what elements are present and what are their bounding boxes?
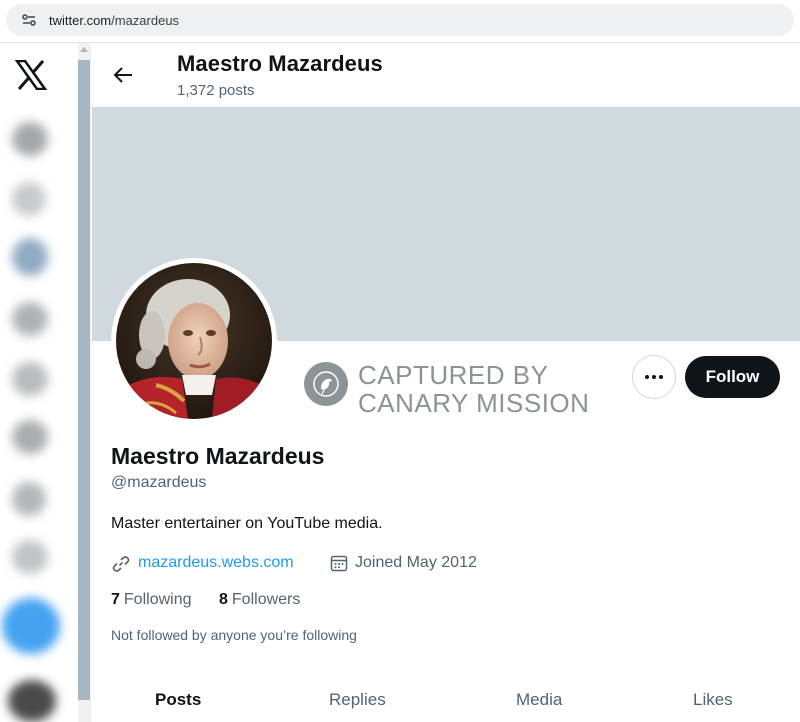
- scroll-up-arrow-icon[interactable]: [80, 47, 88, 52]
- tab-likes[interactable]: Likes: [693, 690, 733, 710]
- followers-count: 8: [219, 591, 228, 608]
- home-icon[interactable]: [12, 122, 48, 156]
- x-logo-icon[interactable]: [14, 59, 48, 95]
- profile-website-link[interactable]: mazardeus.webs.com: [138, 554, 294, 572]
- tab-replies[interactable]: Replies: [329, 690, 386, 710]
- messages-icon[interactable]: [12, 302, 48, 336]
- header-name: Maestro Mazardeus: [177, 51, 383, 76]
- account-avatar[interactable]: [8, 680, 56, 722]
- url-path: /mazardeus: [111, 12, 180, 28]
- not-followed-notice: Not followed by anyone you’re following: [111, 627, 357, 643]
- calendar-icon: [330, 554, 348, 577]
- profile-bio: Master entertainer on YouTube media.: [111, 515, 383, 532]
- search-icon[interactable]: [12, 182, 46, 216]
- more-icon[interactable]: [12, 540, 48, 574]
- following-label: Following: [123, 591, 192, 608]
- header-posts-count: 1,372 posts: [177, 82, 255, 99]
- bookmarks-icon[interactable]: [12, 420, 48, 454]
- profile-avatar[interactable]: [111, 258, 277, 424]
- profile-icon[interactable]: [12, 482, 46, 516]
- site-info-icon[interactable]: [18, 9, 40, 31]
- following-count: 7: [111, 591, 120, 608]
- notifications-icon[interactable]: [12, 238, 48, 276]
- browser-divider: [0, 42, 800, 43]
- follow-button[interactable]: Follow: [685, 356, 780, 398]
- url-text[interactable]: twitter.com/mazardeus: [49, 13, 179, 28]
- url-host: twitter.com: [49, 12, 112, 28]
- profile-joined-date: Joined May 2012: [355, 554, 477, 571]
- followers-label: Followers: [231, 591, 301, 608]
- more-dots-icon: [645, 375, 663, 379]
- lists-icon[interactable]: [12, 362, 48, 396]
- tab-posts[interactable]: Posts: [155, 690, 201, 710]
- back-arrow-icon[interactable]: [108, 60, 138, 90]
- more-options-button[interactable]: [632, 355, 676, 399]
- canary-bird-icon: [304, 362, 348, 406]
- profile-name: Maestro Mazardeus: [111, 443, 325, 469]
- followers-link[interactable]: 8 Followers: [219, 591, 300, 609]
- watermark-line-2: CANARY MISSION: [358, 388, 590, 418]
- scrollbar-thumb[interactable]: [78, 60, 90, 700]
- following-link[interactable]: 7 Following: [111, 591, 192, 609]
- post-icon[interactable]: [2, 598, 60, 654]
- tab-media[interactable]: Media: [516, 690, 562, 710]
- link-icon: [111, 554, 131, 579]
- avatar-image: [116, 263, 272, 419]
- profile-handle: @mazardeus: [111, 474, 207, 491]
- address-bar[interactable]: twitter.com/mazardeus: [6, 4, 794, 36]
- watermark-line-1: CAPTURED BY: [358, 360, 549, 390]
